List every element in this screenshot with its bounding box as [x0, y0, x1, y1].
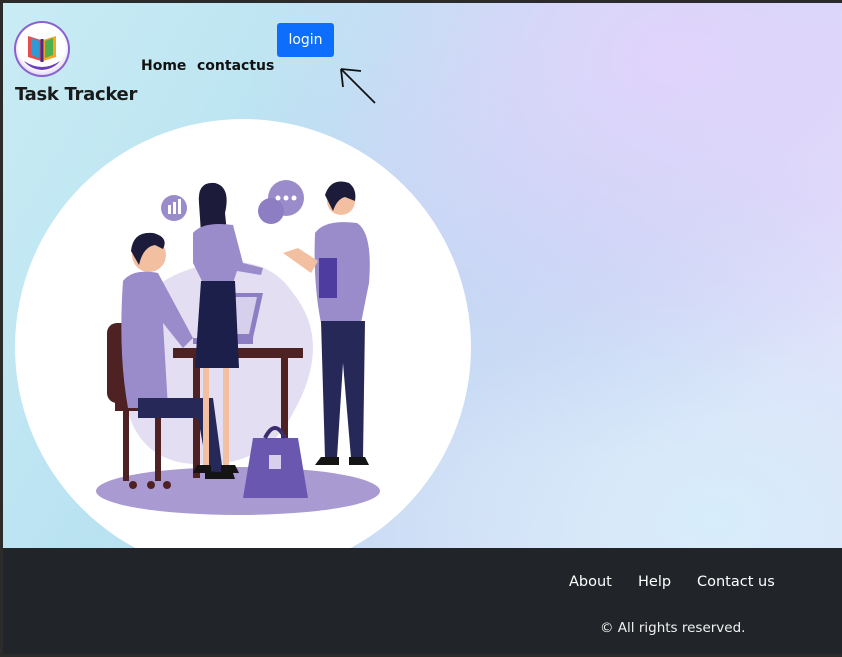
brand-title: Task Tracker — [15, 84, 138, 105]
login-button[interactable]: login — [277, 23, 334, 57]
nav-contactus-link[interactable]: contactus — [197, 58, 274, 74]
footer-help-link[interactable]: Help — [638, 574, 671, 590]
footer-about-link[interactable]: About — [569, 574, 612, 590]
team-meeting-illustration — [96, 180, 380, 515]
copyright-text: © All rights reserved. — [600, 620, 746, 636]
chart-bubble-icon — [161, 195, 187, 221]
footer-contact-link[interactable]: Contact us — [697, 574, 775, 590]
hero-section: Task Tracker Home contactus login — [3, 3, 842, 575]
book-logo-icon[interactable] — [14, 21, 70, 77]
pointer-arrow-icon — [340, 68, 376, 104]
chat-bubble-icon — [258, 180, 304, 224]
nav-home-link[interactable]: Home — [141, 58, 186, 74]
page: Task Tracker Home contactus login About … — [3, 3, 842, 654]
footer: About Help Contact us © All rights reser… — [3, 548, 842, 654]
